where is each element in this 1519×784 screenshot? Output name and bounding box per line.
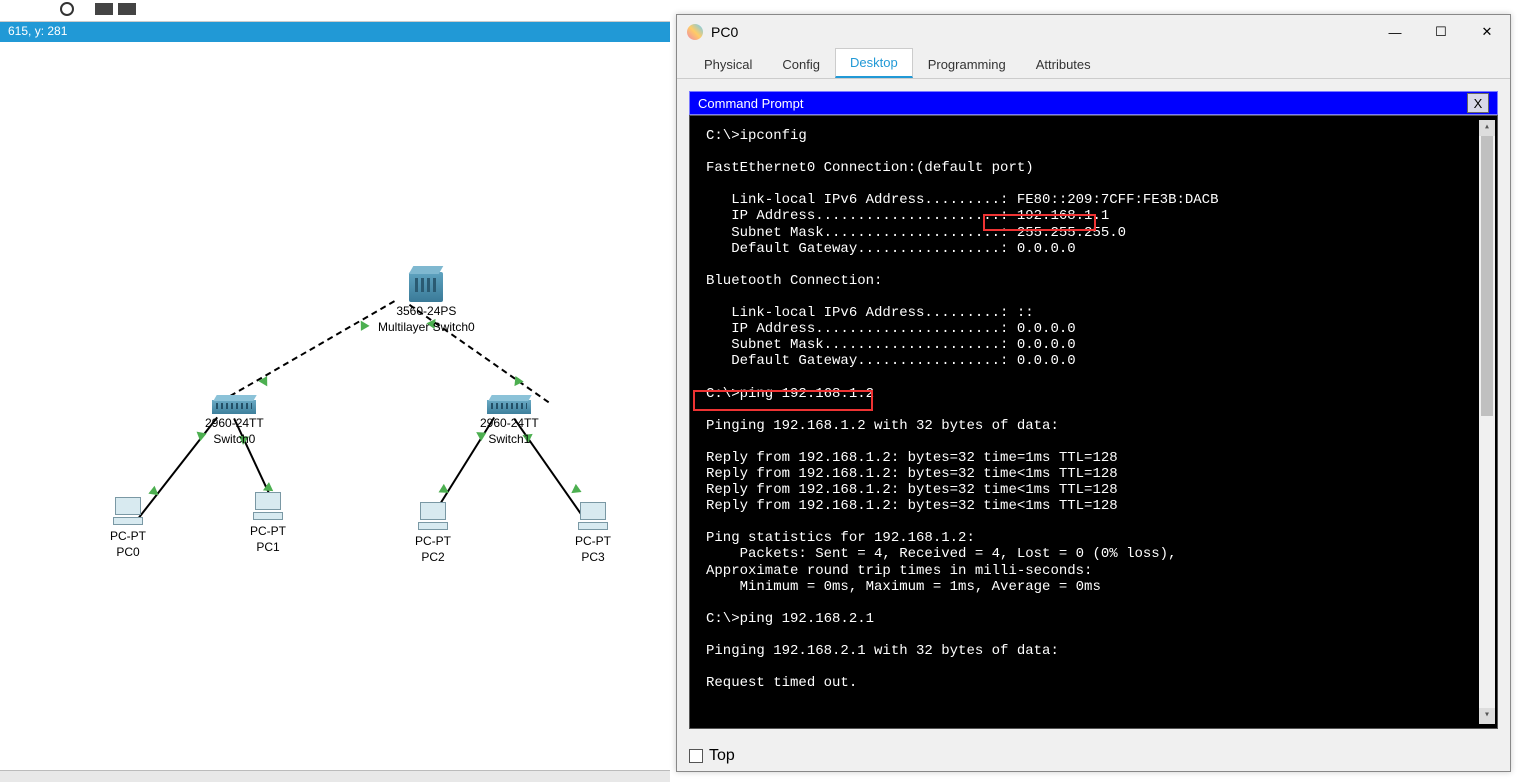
device-label: PC-PT (415, 534, 451, 548)
window-content: Command Prompt X C:\>ipconfig FastEthern… (677, 79, 1510, 741)
multilayer-switch-icon (409, 272, 443, 302)
scroll-up-icon[interactable]: ▴ (1479, 120, 1495, 136)
window-titlebar[interactable]: PC0 — ☐ ✕ (677, 15, 1510, 49)
terminal-scrollbar[interactable]: ▴ ▾ (1479, 120, 1495, 724)
tool-circle-icon[interactable] (60, 2, 74, 16)
window-title: PC0 (711, 24, 1372, 40)
command-prompt-titlebar: Command Prompt X (689, 91, 1498, 115)
device-label: Switch1 (480, 432, 539, 446)
tool-rect1-icon[interactable] (95, 3, 113, 15)
device-pc3[interactable]: PC-PT PC3 (575, 502, 611, 565)
tab-programming[interactable]: Programming (913, 50, 1021, 78)
tab-config[interactable]: Config (767, 50, 835, 78)
command-prompt-close-button[interactable]: X (1467, 93, 1489, 113)
pc-icon (578, 502, 608, 532)
pc-icon (418, 502, 448, 532)
close-button[interactable]: ✕ (1464, 15, 1510, 49)
device-switch0[interactable]: 2960-24TT Switch0 (205, 400, 264, 447)
highlight-ping-command (693, 390, 873, 411)
device-multilayer-switch[interactable]: 3560-24PS Multilayer Switch0 (378, 272, 475, 335)
pc-icon (253, 492, 283, 522)
pc0-window: PC0 — ☐ ✕ Physical Config Desktop Progra… (676, 14, 1511, 772)
tab-physical[interactable]: Physical (689, 50, 767, 78)
device-label: PC1 (250, 540, 286, 554)
device-pc1[interactable]: PC-PT PC1 (250, 492, 286, 555)
maximize-button[interactable]: ☐ (1418, 15, 1464, 49)
coordinate-status-bar: 615, y: 281 (0, 22, 670, 42)
device-label: 2960-24TT (480, 416, 539, 430)
tab-attributes[interactable]: Attributes (1021, 50, 1106, 78)
device-label: 2960-24TT (205, 416, 264, 430)
link-mlswitch-switch0 (221, 300, 395, 402)
device-label: Multilayer Switch0 (378, 320, 475, 334)
device-label: Switch0 (205, 432, 264, 446)
topology-canvas[interactable]: 3560-24PS Multilayer Switch0 2960-24TT S… (0, 42, 670, 772)
device-label: PC-PT (110, 529, 146, 543)
minimize-button[interactable]: — (1372, 15, 1418, 49)
link-status-icon (568, 484, 581, 497)
tab-bar: Physical Config Desktop Programming Attr… (677, 49, 1510, 79)
window-footer: Top (677, 741, 1510, 771)
tab-desktop[interactable]: Desktop (835, 48, 913, 78)
command-prompt-title: Command Prompt (698, 96, 803, 111)
pc-icon (113, 497, 143, 527)
scroll-down-icon[interactable]: ▾ (1479, 708, 1495, 724)
device-pc2[interactable]: PC-PT PC2 (415, 502, 451, 565)
device-label: PC0 (110, 545, 146, 559)
canvas-footer (0, 770, 670, 782)
pc-window-icon (687, 24, 703, 40)
top-checkbox[interactable] (689, 749, 703, 763)
switch-icon (212, 400, 256, 414)
command-prompt-terminal[interactable]: C:\>ipconfig FastEthernet0 Connection:(d… (689, 115, 1498, 729)
device-label: PC2 (415, 550, 451, 564)
highlight-ip-address (983, 214, 1096, 231)
device-switch1[interactable]: 2960-24TT Switch1 (480, 400, 539, 447)
top-checkbox-label: Top (709, 747, 735, 765)
app-toolbar (0, 0, 670, 22)
device-label: PC3 (575, 550, 611, 564)
scroll-thumb[interactable] (1481, 136, 1493, 416)
device-label: PC-PT (250, 524, 286, 538)
device-label: PC-PT (575, 534, 611, 548)
switch-icon (487, 400, 531, 414)
device-pc0[interactable]: PC-PT PC0 (110, 497, 146, 560)
tool-rect2-icon[interactable] (118, 3, 136, 15)
device-label: 3560-24PS (378, 304, 475, 318)
